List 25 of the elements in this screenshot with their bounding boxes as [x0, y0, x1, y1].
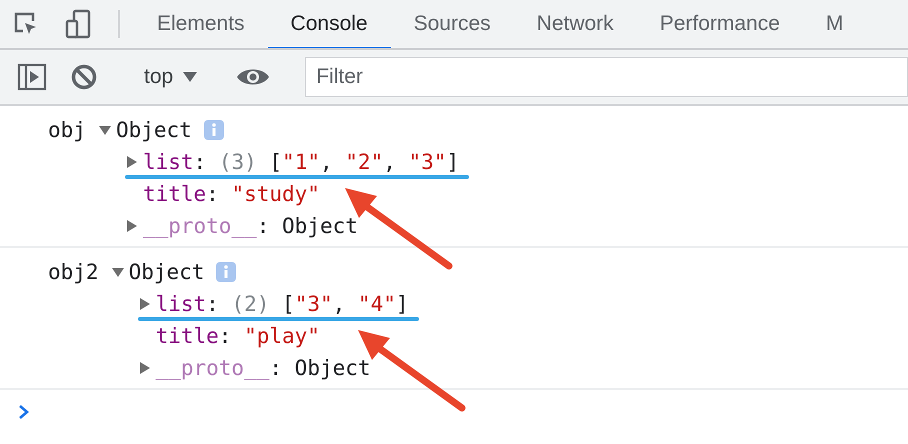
expanded-triangle-icon[interactable] [98, 123, 112, 137]
panel-tab[interactable]: Sources [390, 0, 514, 48]
prompt-chevron-icon [18, 404, 30, 420]
property-line: list: (3) ["1", "2", "3"] [142, 150, 460, 174]
object-summary[interactable]: Object [116, 118, 192, 142]
expanded-triangle-icon[interactable] [110, 265, 125, 279]
variable-name: obj [48, 117, 86, 144]
expand-triangle-icon[interactable] [138, 297, 152, 311]
caret-icon [183, 71, 198, 83]
filter-field[interactable]: Filter [305, 57, 908, 97]
property-line: title: "study" [142, 182, 320, 206]
panel-tab[interactable]: M [802, 0, 866, 48]
object-summary[interactable]: Object [128, 260, 204, 284]
panel-tab[interactable]: Elements [134, 0, 268, 48]
property-line: __proto__: Object [156, 356, 371, 380]
property-line: __proto__: Object [142, 214, 358, 238]
expand-triangle-icon[interactable] [138, 361, 152, 375]
property-line: title: "play" [156, 324, 320, 348]
property-line: list: (2) ["3", "4"] [156, 292, 409, 316]
variable-name: obj2 [48, 259, 99, 286]
panel-tab[interactable]: Performance [636, 0, 803, 48]
context-selector[interactable]: top [140, 65, 202, 89]
expand-triangle-icon[interactable] [124, 155, 139, 169]
expand-triangle-icon[interactable] [124, 219, 139, 233]
panel-tab[interactable]: Network [514, 0, 637, 48]
